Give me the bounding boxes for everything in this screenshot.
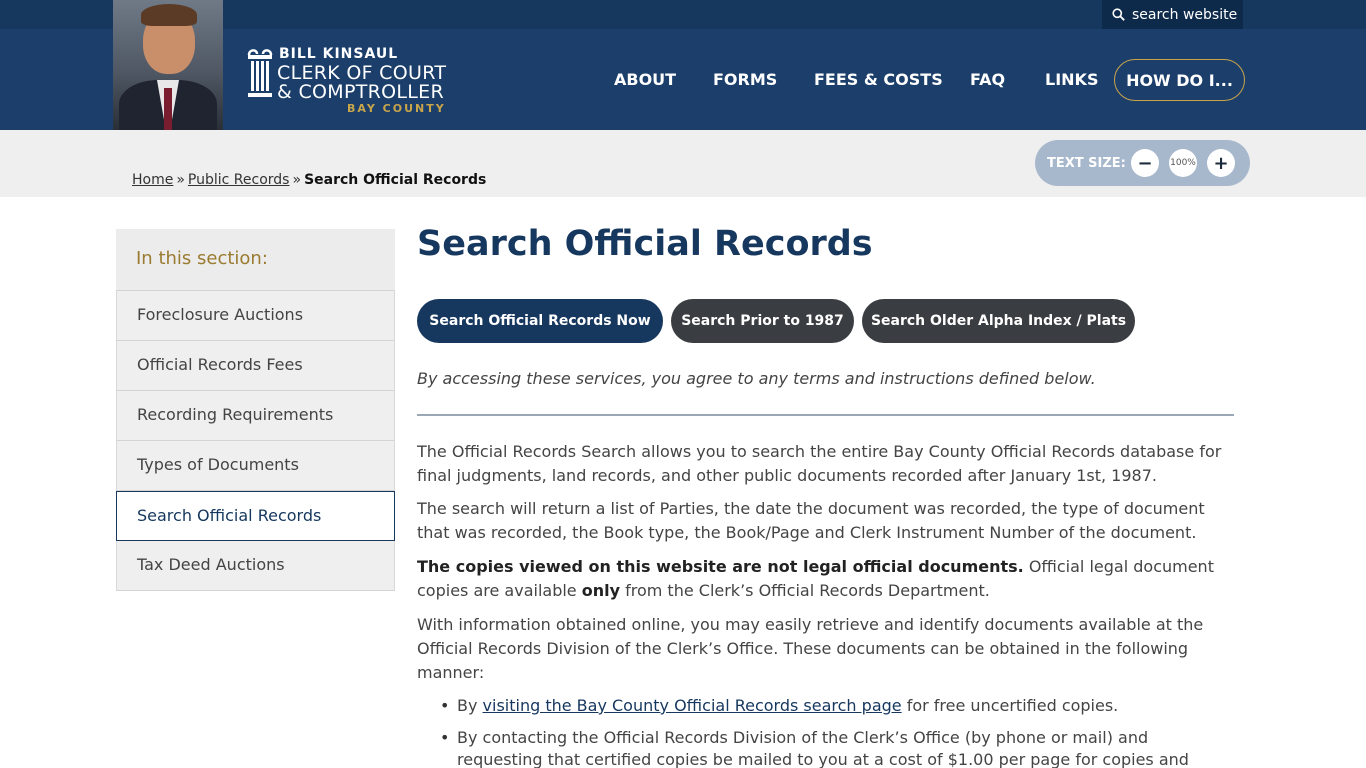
- nav-forms[interactable]: FORMS: [713, 70, 777, 89]
- text-size-label: TEXT SIZE:: [1047, 155, 1126, 171]
- results-paragraph: The search will return a list of Parties…: [417, 499, 1205, 542]
- column-logo-icon: [247, 49, 273, 97]
- search-website-label: search website: [1132, 6, 1238, 23]
- logo-county: BAY COUNTY: [347, 102, 446, 115]
- nav-how-do-i-button[interactable]: HOW DO I...: [1114, 59, 1245, 101]
- legal-copies-paragraph: The copies viewed on this website are no…: [417, 557, 1214, 600]
- breadcrumb: Home» Public Records» Search Official Reco…: [132, 172, 487, 188]
- sidebar-heading: In this section:: [116, 229, 395, 291]
- official-records-search-page-link[interactable]: visiting the Bay County Official Records…: [483, 696, 902, 715]
- search-icon: [1112, 8, 1125, 21]
- list-item: By visiting the Bay County Official Reco…: [440, 695, 1237, 717]
- intro-paragraph: The Official Records Search allows you t…: [417, 442, 1222, 485]
- breadcrumb-home-link[interactable]: Home: [132, 172, 173, 188]
- breadcrumb-public-records-link[interactable]: Public Records: [188, 172, 290, 188]
- retrieval-paragraph: With information obtained online, you ma…: [417, 615, 1204, 682]
- nav-fees-costs[interactable]: FEES & COSTS: [814, 70, 943, 89]
- sidebar-item-tax-deed-auctions[interactable]: Tax Deed Auctions: [116, 541, 395, 591]
- list-item: By contacting the Official Records Divis…: [440, 727, 1237, 768]
- content-divider: [417, 414, 1234, 416]
- text-size-decrease-button[interactable]: −: [1131, 149, 1159, 177]
- sidebar-item-foreclosure-auctions[interactable]: Foreclosure Auctions: [116, 291, 395, 341]
- text-size-control: TEXT SIZE: − 100% +: [1035, 140, 1250, 186]
- logo-name: BILL KINSAUL: [279, 46, 399, 62]
- sidebar-item-types-of-documents[interactable]: Types of Documents: [116, 441, 395, 491]
- main-content: Search Official Records Search Official …: [417, 224, 1237, 768]
- nav-about[interactable]: ABOUT: [614, 70, 676, 89]
- clerk-portrait: [113, 0, 223, 130]
- sidebar-item-recording-requirements[interactable]: Recording Requirements: [116, 391, 395, 441]
- logo-title-2: & COMPTROLLER: [277, 81, 444, 103]
- site-logo[interactable]: BILL KINSAUL CLERK OF COURT & COMPTROLLE…: [247, 45, 452, 117]
- search-older-alpha-index-button[interactable]: Search Older Alpha Index / Plats: [862, 299, 1135, 343]
- section-sidebar: In this section: Foreclosure Auctions Of…: [116, 229, 395, 591]
- nav-links[interactable]: LINKS: [1045, 70, 1098, 89]
- search-official-records-now-button[interactable]: Search Official Records Now: [417, 299, 663, 343]
- breadcrumb-current: Search Official Records: [304, 172, 487, 188]
- search-prior-to-1987-button[interactable]: Search Prior to 1987: [671, 299, 854, 343]
- sidebar-item-search-official-records[interactable]: Search Official Records: [116, 491, 395, 541]
- page-title: Search Official Records: [417, 224, 873, 264]
- terms-notice: By accessing these services, you agree t…: [417, 369, 1096, 388]
- sidebar-item-official-records-fees[interactable]: Official Records Fees: [116, 341, 395, 391]
- search-website-link[interactable]: search website: [1102, 0, 1243, 29]
- text-size-value: 100%: [1169, 149, 1197, 177]
- text-size-increase-button[interactable]: +: [1207, 149, 1235, 177]
- nav-faq[interactable]: FAQ: [970, 70, 1005, 89]
